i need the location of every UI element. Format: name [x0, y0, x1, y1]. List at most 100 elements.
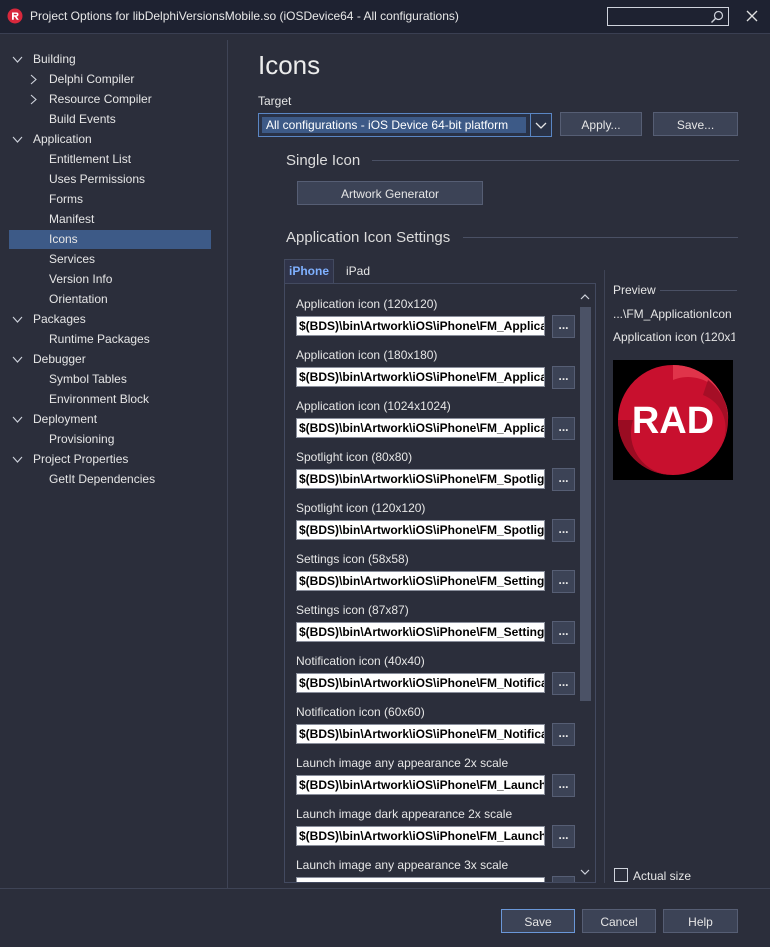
sidebar-item-runtime-packages[interactable]: Runtime Packages [9, 330, 211, 349]
browse-button[interactable]: ... [552, 774, 575, 797]
tab-ipad[interactable]: iPad [340, 262, 386, 282]
icon-path-field[interactable]: $(BDS)\bin\Artwork\iOS\iPhone\FM_LaunchI… [296, 775, 545, 795]
icon-path-field[interactable]: $(BDS)\bin\Artwork\iOS\iPhone\FM_Notific… [296, 724, 545, 744]
sidebar-item-uses-permissions[interactable]: Uses Permissions [9, 170, 211, 189]
tab-iphone[interactable]: iPhone [284, 259, 334, 283]
browse-button[interactable]: ... [552, 468, 575, 491]
sidebar-item-manifest[interactable]: Manifest [9, 210, 211, 229]
icon-path-field[interactable]: $(BDS)\bin\Artwork\iOS\iPhone\FM_Applica… [296, 418, 545, 438]
scroll-thumb[interactable] [580, 307, 591, 701]
sidebar-item-project-properties[interactable]: Project Properties [9, 450, 211, 469]
sidebar-item-label: Debugger [33, 352, 86, 366]
sidebar-item-label: Deployment [33, 412, 98, 426]
sidebar-item-build-events[interactable]: Build Events [9, 110, 211, 129]
artwork-generator-button[interactable]: Artwork Generator [297, 181, 483, 205]
sidebar-item-version-info[interactable]: Version Info [9, 270, 211, 289]
sidebar-item-label: Manifest [49, 212, 95, 226]
scroll-down-icon[interactable] [578, 865, 592, 879]
preview-divider [604, 270, 605, 883]
sidebar-item-label: Services [49, 252, 96, 266]
rad-logo-icon: RAD [613, 360, 733, 480]
icon-path-field[interactable]: $(BDS)\bin\Artwork\iOS\iPhone\FM_Spotlig… [296, 469, 545, 489]
browse-button[interactable]: ... [552, 672, 575, 695]
chevron-down-icon[interactable] [12, 314, 23, 325]
sidebar-item-provisioning[interactable]: Provisioning [9, 430, 211, 449]
chevron-down-icon[interactable] [12, 414, 23, 425]
icon-path-field[interactable]: $(BDS)\bin\Artwork\iOS\iPhone\FM_Spotlig… [296, 520, 545, 540]
panel-scrollbar[interactable] [577, 288, 593, 882]
save-button[interactable]: Save [501, 909, 575, 933]
sidebar-item-forms[interactable]: Forms [9, 190, 211, 209]
chevron-right-icon[interactable] [28, 74, 39, 85]
sidebar-item-environment-block[interactable]: Environment Block [9, 390, 211, 409]
browse-button[interactable]: ... [552, 417, 575, 440]
sidebar-item-getit-dependencies[interactable]: GetIt Dependencies [9, 470, 211, 489]
actual-size-checkbox[interactable] [614, 868, 628, 882]
delphi-app-icon [7, 8, 23, 24]
sidebar-item-services[interactable]: Services [9, 250, 211, 269]
sidebar-item-entitlement-list[interactable]: Entitlement List [9, 150, 211, 169]
actual-size-label: Actual size [633, 869, 692, 883]
icon-path-field[interactable]: $(BDS)\bin\Artwork\iOS\iPhone\FM_Setting… [296, 571, 545, 591]
sidebar-item-packages[interactable]: Packages [9, 310, 211, 329]
apply-button[interactable]: Apply... [560, 112, 642, 136]
sidebar-item-label: GetIt Dependencies [49, 472, 156, 486]
sidebar-item-debugger[interactable]: Debugger [9, 350, 211, 369]
help-button[interactable]: Help [663, 909, 738, 933]
chevron-down-icon[interactable] [530, 114, 551, 136]
icon-path-field[interactable]: $(BDS)\bin\Artwork\iOS\iPhone\FM_Notific… [296, 673, 545, 693]
icon-settings-panel: Application icon (120x120) $(BDS)\bin\Art… [284, 283, 596, 883]
target-label: Target [258, 94, 292, 108]
browse-button[interactable]: ... [552, 315, 575, 338]
sidebar-item-orientation[interactable]: Orientation [9, 290, 211, 309]
sidebar-item-icons[interactable]: Icons [9, 230, 211, 249]
sidebar-item-deployment[interactable]: Deployment [9, 410, 211, 429]
sidebar-item-resource-compiler[interactable]: Resource Compiler [9, 90, 211, 109]
browse-button[interactable]: ... [552, 825, 575, 848]
browse-button[interactable]: ... [552, 621, 575, 644]
preview-caption: Application icon (120x120) [613, 330, 735, 344]
browse-button[interactable]: ... [552, 519, 575, 542]
icon-path-field[interactable]: $(BDS)\bin\Artwork\iOS\iPhone\FM_Setting… [296, 622, 545, 642]
icon-setting-label: Spotlight icon (80x80) [296, 450, 413, 464]
title-search-input[interactable] [607, 7, 729, 26]
scroll-up-icon[interactable] [578, 290, 592, 304]
icon-setting-label: Settings icon (58x58) [296, 552, 409, 566]
save-config-button[interactable]: Save... [653, 112, 738, 136]
options-tree: Building Delphi Compiler Resource Compiler… [0, 40, 226, 888]
sidebar-item-label: Application [33, 132, 92, 146]
icon-setting-label: Launch image any appearance 3x scale [296, 858, 509, 872]
sidebar-item-label: Forms [49, 192, 83, 206]
chevron-down-icon[interactable] [12, 354, 23, 365]
icon-path-field[interactable]: $(BDS)\bin\Artwork\iOS\iPhone\FM_Applica… [296, 367, 545, 387]
sidebar-item-application[interactable]: Application [9, 130, 211, 149]
browse-button[interactable]: ... [552, 570, 575, 593]
icon-path-field[interactable]: $(BDS)\bin\Artwork\iOS\iPhone\FM_LaunchI… [296, 826, 545, 846]
chevron-right-icon[interactable] [28, 94, 39, 105]
cancel-button[interactable]: Cancel [582, 909, 656, 933]
sidebar-item-label: Packages [33, 312, 86, 326]
title-bar: Project Options for libDelphiVersionsMob… [0, 0, 770, 34]
icon-setting-label: Application icon (180x180) [296, 348, 438, 362]
sidebar-item-label: Symbol Tables [49, 372, 127, 386]
browse-button[interactable]: ... [552, 366, 575, 389]
sidebar-item-delphi-compiler[interactable]: Delphi Compiler [9, 70, 211, 89]
sidebar-item-building[interactable]: Building [9, 50, 211, 69]
chevron-down-icon[interactable] [12, 134, 23, 145]
chevron-down-icon[interactable] [12, 454, 23, 465]
sidebar-item-label: Icons [49, 232, 78, 246]
chevron-down-icon[interactable] [12, 54, 23, 65]
browse-button[interactable]: ... [552, 876, 575, 882]
browse-button[interactable]: ... [552, 723, 575, 746]
close-icon[interactable] [744, 8, 760, 24]
icon-path-field[interactable]: $(BDS)\bin\Artwork\iOS\iPhone\FM_Applica… [296, 316, 545, 336]
target-select[interactable]: All configurations - iOS Device 64-bit p… [258, 113, 552, 137]
single-icon-divider [372, 160, 739, 161]
sidebar-item-symbol-tables[interactable]: Symbol Tables [9, 370, 211, 389]
single-icon-title: Single Icon [286, 152, 361, 169]
search-icon [711, 10, 724, 23]
icon-setting-label: Application icon (1024x1024) [296, 399, 451, 413]
sidebar-item-label: Runtime Packages [49, 332, 150, 346]
icon-setting-label: Notification icon (40x40) [296, 654, 425, 668]
icon-path-field[interactable] [296, 877, 545, 882]
